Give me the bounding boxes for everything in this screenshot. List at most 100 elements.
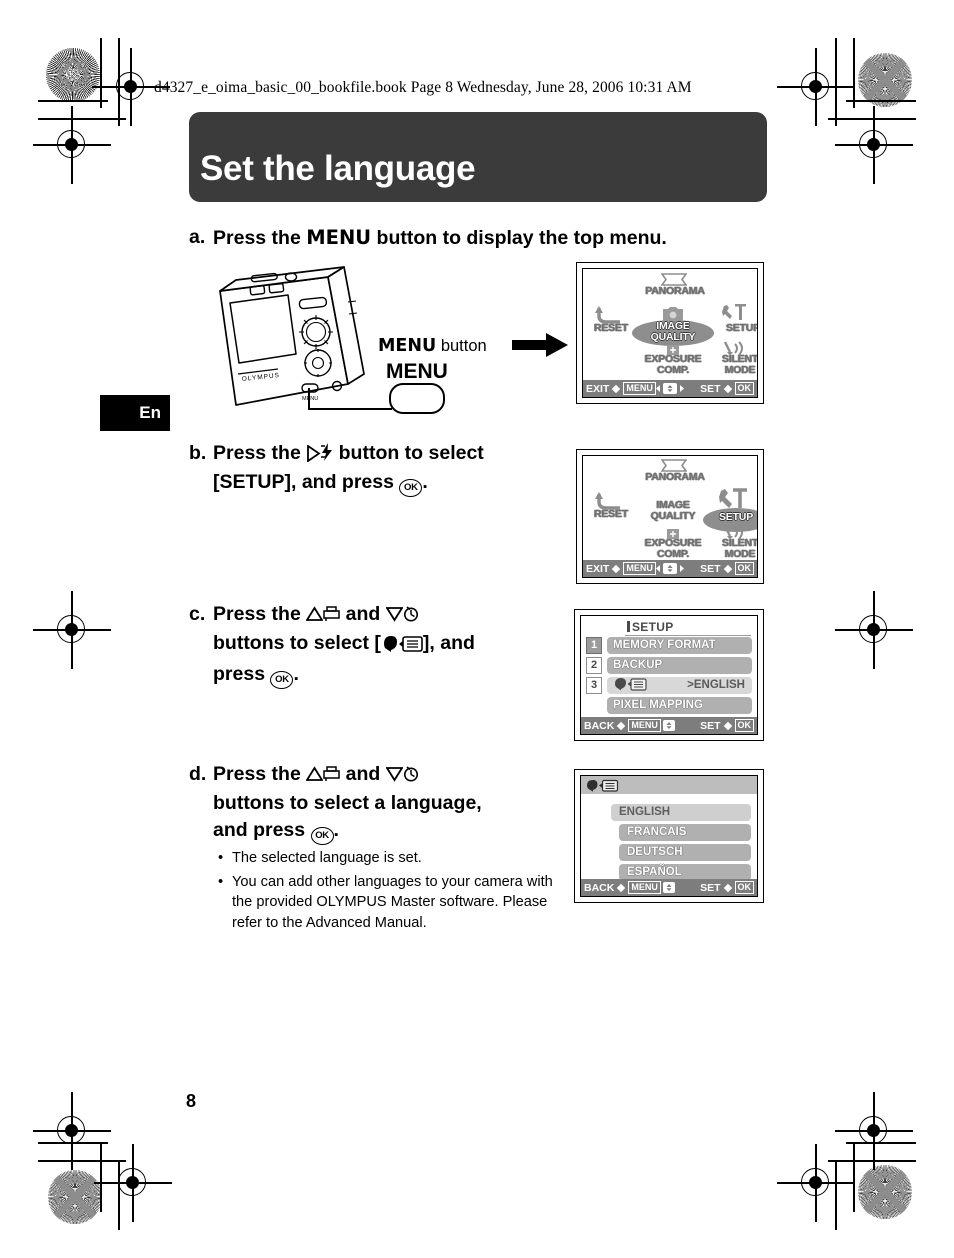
menu-callout-bold: MENU [378, 336, 437, 356]
svg-text:MENU: MENU [302, 396, 318, 402]
top-menu-item-image-quality[interactable]: IMAGE QUALITY [635, 500, 711, 522]
setup-tab-1[interactable]: 1 [586, 637, 602, 654]
setup-tab-3[interactable]: 3 [586, 677, 602, 694]
lcd-bottom-bar-language: BACK MENU SET OK [581, 879, 757, 896]
registration-star-bottom-left [48, 1170, 102, 1224]
top-menu-item-panorama-label: PANORAMA [645, 285, 705, 297]
lcd-set-label-a: SET [700, 382, 721, 395]
lcd-set-label-setup: SET [700, 719, 721, 732]
lcd-back-label-language: BACK [584, 881, 615, 894]
language-side-tab: En [100, 395, 170, 431]
note-item-2-text: You can add other languages to your came… [232, 873, 553, 931]
step-c-line1-pre: Press the [213, 603, 307, 625]
setup-row-memory-format-label: MEMORY FORMAT [613, 639, 716, 651]
step-d: d. Press the and buttons to select a lan… [189, 761, 569, 845]
crop-mark [100, 38, 102, 108]
lcd-exit-hint-a: EXIT MENU [586, 382, 656, 395]
ok-key-icon-a: OK [734, 382, 754, 395]
setup-row-backup-label: BACKUP [613, 659, 663, 671]
diamond-icon [617, 883, 626, 892]
registration-cross-bottom-right [777, 1144, 855, 1222]
top-menu-item-setup[interactable]: SETUP [708, 511, 757, 523]
menu-button-shape [389, 383, 445, 414]
step-d-line3-post: . [333, 819, 339, 841]
step-d-letter: d. [189, 763, 207, 785]
registration-cross-upper-right [835, 106, 913, 184]
top-menu-item-panorama[interactable]: PANORAMA [637, 286, 713, 297]
registration-cross-top-left [92, 48, 170, 126]
diamond-icon [723, 883, 732, 892]
setup-row-memory-format[interactable]: MEMORY FORMAT [607, 637, 752, 654]
lcd-bottom-bar-setup: BACK MENU SET OK [581, 717, 757, 734]
step-b-line2-post: . [422, 471, 428, 493]
lcd-back-label-setup: BACK [584, 719, 615, 732]
setup-row-backup[interactable]: BACKUP [607, 657, 752, 674]
ok-key-icon-setup: OK [734, 719, 754, 732]
top-menu-item-image-quality[interactable]: IMAGE QUALITY [635, 321, 711, 343]
top-menu-item-exposure-comp-line2: COMP. [656, 548, 690, 560]
step-d-line1-mid: and [340, 763, 386, 785]
top-menu-item-panorama[interactable]: PANORAMA [637, 472, 713, 483]
lcd-set-label-language: SET [700, 881, 721, 894]
top-menu-a: PANORAMA RESET IMAGE QUALITY SETUP EXPOS… [583, 269, 757, 397]
step-c-line3-pre: press [213, 663, 271, 685]
step-d-text: Press the and buttons to select a langua… [213, 761, 569, 845]
top-menu-item-setup[interactable]: SETUP [715, 322, 758, 334]
top-menu-b: PANORAMA RESET IMAGE QUALITY SETUP EXPOS… [583, 456, 757, 577]
diamond-icon [723, 721, 732, 730]
step-d-notes: • The selected language is set. • You can … [216, 848, 564, 936]
language-option-espanol-label: ESPAÑOL [627, 866, 682, 878]
setup-title-bar [627, 621, 630, 632]
callout-leader-line-horizontal [308, 408, 392, 410]
note-item-2: • You can add other languages to your cam… [216, 872, 564, 934]
crop-mark [38, 1160, 126, 1162]
top-menu-item-silent-mode[interactable]: SILENT MODE [709, 538, 757, 560]
print-button-icon [323, 603, 340, 630]
registration-cross-bottom-left [94, 1144, 172, 1222]
step-b-line1-post: button to select [333, 442, 484, 464]
page-title: Set the language [200, 149, 476, 188]
menu-key-icon-language: MENU [628, 881, 661, 894]
top-menu-item-setup-label: SETUP [718, 511, 753, 523]
setup-tab-2[interactable]: 2 [586, 657, 602, 674]
language-option-francais[interactable]: FRANCAIS [619, 824, 751, 841]
setup-row-language-value: >ENGLISH [687, 679, 745, 691]
step-c-line3-post: . [293, 663, 299, 685]
lcd-set-label-b: SET [700, 562, 721, 575]
registration-star-top-left [46, 48, 100, 102]
top-menu-item-reset[interactable]: RESET [583, 323, 639, 334]
step-c-text: Press the and buttons to select [], and … [213, 601, 569, 689]
lcd-inner-b: PANORAMA RESET IMAGE QUALITY SETUP EXPOS… [582, 455, 758, 578]
setup-title: SETUP [627, 620, 674, 634]
ok-key-icon-language: OK [734, 881, 754, 894]
lcd-inner-setup: SETUP 1 2 3 MEMORY FORMAT BACKUP >ENGLIS… [580, 615, 758, 735]
callout-leader-line-vertical [308, 388, 310, 410]
language-option-francais-label: FRANCAIS [627, 826, 687, 838]
language-side-tab-label: En [139, 403, 161, 422]
step-c-line2-pre: buttons to select [ [213, 632, 381, 654]
down-arrow-button-icon [385, 603, 404, 622]
step-a-letter: a. [189, 226, 206, 248]
language-option-english[interactable]: ENGLISH [611, 804, 751, 821]
language-option-deutsch[interactable]: DEUTSCH [619, 844, 751, 861]
self-timer-icon [403, 763, 419, 790]
crop-mark [846, 100, 916, 102]
top-menu-item-setup-label: SETUP [725, 322, 758, 334]
setup-row-pixel-mapping[interactable]: PIXEL MAPPING [607, 697, 752, 714]
step-d-line3-pre: and press [213, 819, 311, 841]
diamond-icon [612, 564, 621, 573]
lcd-set-hint-language: SET OK [700, 881, 754, 894]
top-menu-item-exposure-comp[interactable]: EXPOSURE COMP. [631, 538, 715, 560]
registration-cross-mid-right [835, 591, 913, 669]
top-menu-item-panorama-label: PANORAMA [645, 471, 705, 483]
step-b-text: Press the button to select [SETUP], and … [213, 440, 569, 497]
step-d-line1-pre: Press the [213, 763, 307, 785]
ok-button-icon: OK [270, 671, 294, 689]
top-menu-item-silent-mode[interactable]: SILENT MODE [709, 354, 757, 376]
top-menu-item-reset-label: RESET [593, 322, 628, 334]
setup-row-language[interactable]: >ENGLISH [607, 677, 752, 694]
page-number: 8 [186, 1091, 197, 1111]
top-menu-item-reset[interactable]: RESET [583, 509, 639, 520]
top-menu-item-exposure-comp[interactable]: EXPOSURE COMP. [631, 354, 715, 376]
lcd-bottom-bar-a: EXIT MENU SET OK [583, 380, 757, 397]
